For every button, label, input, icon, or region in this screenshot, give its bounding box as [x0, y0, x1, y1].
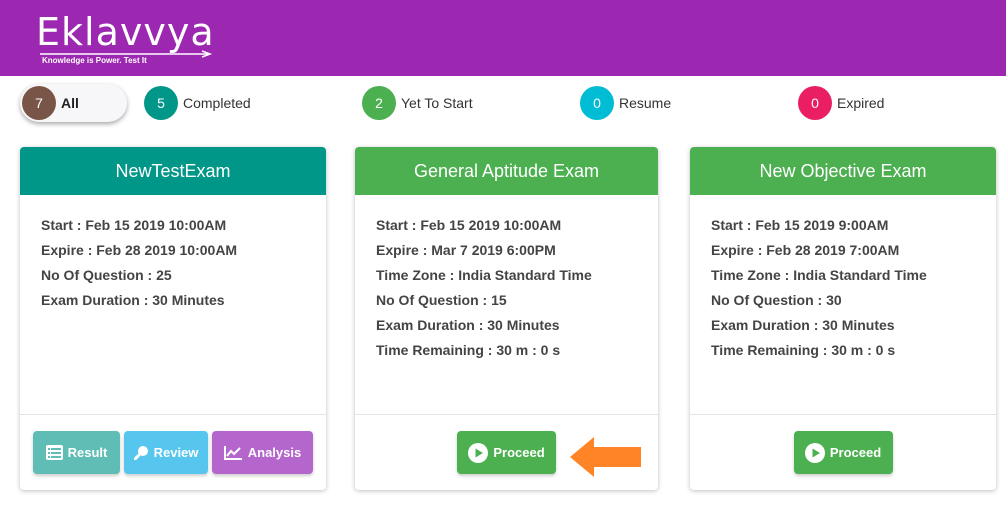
exam-start: Start : Feb 15 2019 10:00AM: [41, 217, 227, 233]
exam-time-remaining: Time Remaining : 30 m : 0 s: [711, 342, 896, 358]
exam-duration: Exam Duration : 30 Minutes: [711, 317, 895, 333]
exam-expire: Expire : Feb 28 2019 7:00AM: [711, 242, 900, 258]
exam-card-title: NewTestExam: [20, 147, 326, 195]
magnifier-icon: [133, 445, 149, 460]
exam-expire: Expire : Mar 7 2019 6:00PM: [376, 242, 556, 258]
filter-all[interactable]: 7 All: [20, 84, 127, 122]
app-header: Eklavvya Knowledge is Power. Test It: [0, 0, 1006, 76]
status-filter-bar: 7 All 5 Completed 2 Yet To Start 0 Resum…: [0, 84, 1006, 124]
result-button-label: Result: [67, 445, 108, 460]
chart-icon: [223, 445, 243, 460]
filter-label: All: [61, 95, 79, 111]
result-button[interactable]: Result: [33, 431, 120, 474]
filter-yet-to-start[interactable]: 2 Yet To Start: [362, 84, 473, 122]
exam-question-count: No Of Question : 30: [711, 292, 842, 308]
exam-card-details: Start : Feb 15 2019 9:00AM Expire : Feb …: [690, 195, 996, 415]
filter-count-badge: 2: [362, 86, 396, 120]
exam-time-zone: Time Zone : India Standard Time: [711, 267, 927, 283]
play-icon: [804, 442, 825, 463]
exam-duration: Exam Duration : 30 Minutes: [41, 292, 225, 308]
filter-resume[interactable]: 0 Resume: [580, 84, 671, 122]
exam-expire: Expire : Feb 28 2019 10:00AM: [41, 242, 238, 258]
analysis-button[interactable]: Analysis: [212, 431, 313, 474]
proceed-button-label: Proceed: [829, 445, 882, 460]
exam-time-zone: Time Zone : India Standard Time: [376, 267, 592, 283]
filter-count-badge: 7: [22, 86, 56, 120]
brand-name: Eklavvya: [36, 10, 215, 54]
proceed-button-label: Proceed: [493, 445, 545, 460]
filter-count-badge: 5: [144, 86, 178, 120]
exam-duration: Exam Duration : 30 Minutes: [376, 317, 560, 333]
exam-card-details: Start : Feb 15 2019 10:00AM Expire : Feb…: [20, 195, 326, 415]
exam-time-remaining: Time Remaining : 30 m : 0 s: [376, 342, 561, 358]
filter-expired[interactable]: 0 Expired: [798, 84, 884, 122]
exam-card: NewTestExam Start : Feb 15 2019 10:00AM …: [20, 147, 326, 490]
proceed-button[interactable]: Proceed: [793, 431, 893, 474]
filter-label: Completed: [183, 95, 251, 111]
filter-completed[interactable]: 5 Completed: [144, 84, 251, 122]
analysis-button-label: Analysis: [247, 445, 302, 460]
arrow-left-icon: [570, 437, 641, 477]
exam-card-title: New Objective Exam: [690, 147, 996, 195]
brand-tagline: Knowledge is Power. Test It: [42, 56, 147, 65]
review-button-label: Review: [153, 445, 199, 460]
exam-card-title: General Aptitude Exam: [355, 147, 658, 195]
brand-logo[interactable]: Eklavvya Knowledge is Power. Test It: [36, 10, 216, 66]
exam-card-details: Start : Feb 15 2019 10:00AM Expire : Mar…: [355, 195, 658, 415]
exam-card: New Objective Exam Start : Feb 15 2019 9…: [690, 147, 996, 490]
filter-count-badge: 0: [580, 86, 614, 120]
review-button[interactable]: Review: [124, 431, 208, 474]
exam-question-count: No Of Question : 25: [41, 267, 172, 283]
filter-label: Resume: [619, 95, 672, 111]
exam-start: Start : Feb 15 2019 9:00AM: [711, 217, 889, 233]
filter-count-badge: 0: [798, 86, 832, 120]
exam-start: Start : Feb 15 2019 10:00AM: [376, 217, 562, 233]
proceed-button[interactable]: Proceed: [457, 431, 556, 474]
list-icon: [45, 445, 63, 460]
filter-label: Yet To Start: [401, 95, 473, 111]
exam-question-count: No Of Question : 15: [376, 292, 507, 308]
play-icon: [468, 442, 489, 463]
exam-card-actions: Proceed: [690, 414, 996, 490]
exam-card-actions: Result Review Analysis: [20, 414, 326, 490]
filter-label: Expired: [837, 95, 885, 111]
